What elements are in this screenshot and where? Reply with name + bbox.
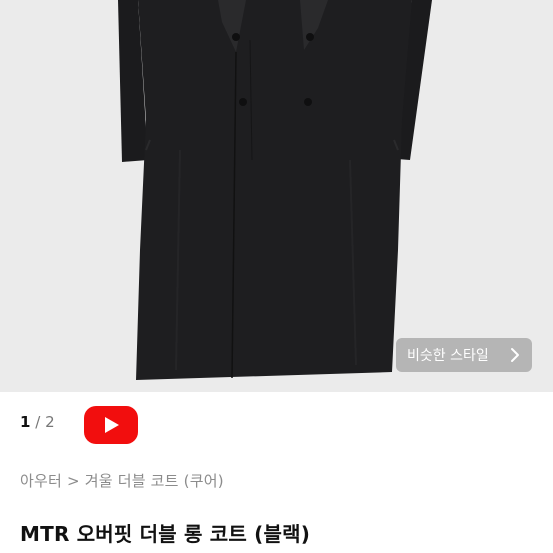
pager-separator: / [35,413,41,431]
youtube-video-button[interactable] [84,406,138,444]
product-title: MTR 오버핏 더블 롱 코트 (블랙) [20,522,311,546]
coat-product-image [118,0,432,380]
pager-current: 1 [20,413,31,431]
similar-style-button[interactable]: 비슷한 스타일 [396,338,532,372]
similar-style-label: 비슷한 스타일 [407,348,489,364]
chevron-right-icon [510,347,520,367]
product-image-gallery[interactable]: 비슷한 스타일 [0,0,553,392]
image-pager: 1 / 2 [20,413,55,431]
pager-total: 2 [45,413,55,431]
breadcrumb-subcategory[interactable]: 겨울 더블 코트 (쿠어) [85,472,224,490]
breadcrumb: 아우터 > 겨울 더블 코트 (쿠어) [20,470,224,491]
breadcrumb-separator: > [66,472,80,490]
youtube-play-icon [105,417,119,433]
breadcrumb-category[interactable]: 아우터 [20,472,62,490]
